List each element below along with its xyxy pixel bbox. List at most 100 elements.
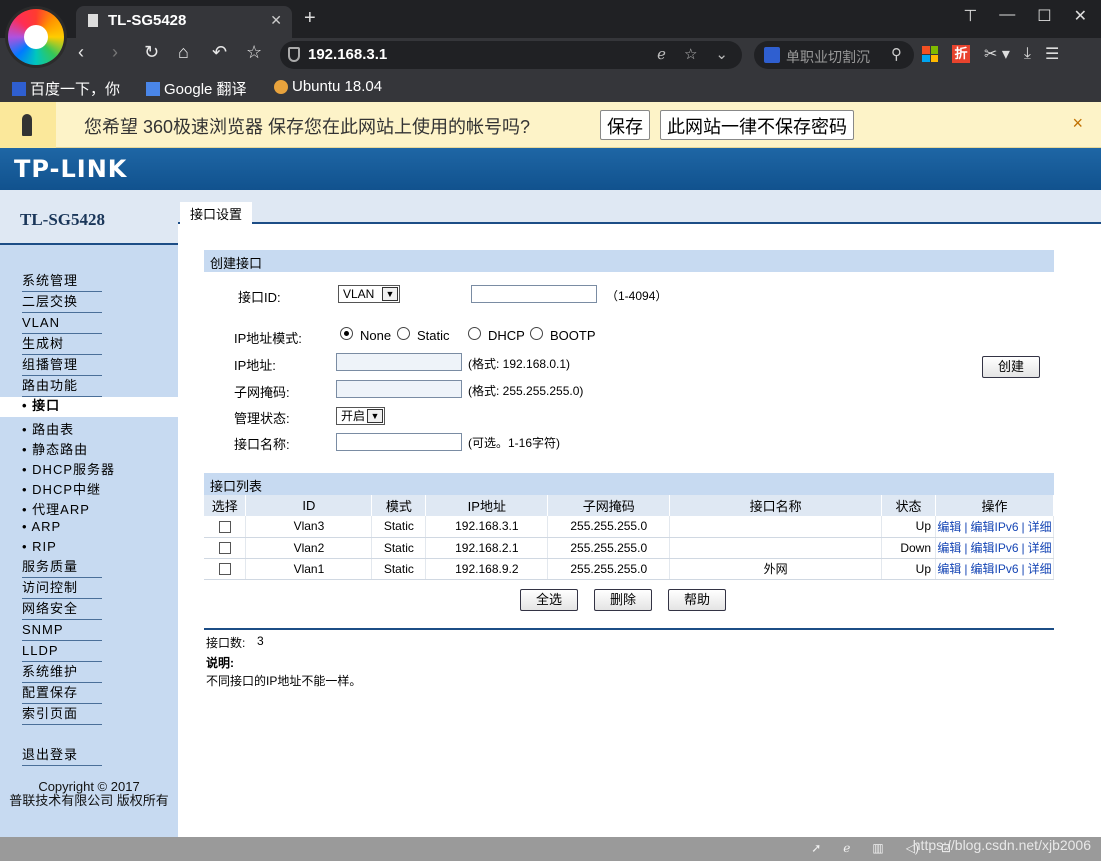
row-status: Down <box>881 537 937 559</box>
sidebar-item-stp[interactable]: 生成树 <box>22 335 102 355</box>
ie-icon[interactable]: ℯ <box>843 841 850 855</box>
row-ops: 编辑 | 编辑IPv6 | 详细 <box>935 516 1054 538</box>
ip-label: IP地址: <box>234 358 276 373</box>
bookmark-item[interactable]: Google 翻译 <box>146 78 247 99</box>
row-checkbox[interactable] <box>218 542 231 555</box>
close-window-icon[interactable]: ✕ <box>1074 6 1087 26</box>
sidebar-subitem-static-route[interactable]: 静态路由 <box>22 439 88 458</box>
sidebar-item-vlan[interactable]: VLAN <box>22 314 102 334</box>
sidebar-item-maintenance[interactable]: 系统维护 <box>22 663 102 683</box>
bookmark-label: Google 翻译 <box>164 81 247 98</box>
tab-interface-settings[interactable]: 接口设置 <box>180 202 253 224</box>
create-button[interactable]: 创建 <box>982 356 1040 378</box>
row-status: Up <box>881 558 937 580</box>
sidebar-item-index[interactable]: 索引页面 <box>22 705 102 725</box>
url-text[interactable]: 192.168.3.1 <box>308 46 387 63</box>
tab-close-icon[interactable]: ✕ <box>270 12 282 29</box>
sidebar-item-qos[interactable]: 服务质量 <box>22 558 102 578</box>
mode-static-radio[interactable] <box>397 327 410 340</box>
detail-link[interactable]: 详细 <box>1028 520 1052 534</box>
mode-none-radio[interactable] <box>340 327 353 340</box>
admin-status-select[interactable]: 开启 ▼ <box>336 407 385 425</box>
note-title: 说明: <box>206 656 234 670</box>
sidebar-subitem-route-table[interactable]: 路由表 <box>22 419 74 438</box>
browser-logo-icon[interactable] <box>8 9 64 65</box>
sidebar-item-acl[interactable]: 访问控制 <box>22 579 102 599</box>
mode-bootp-radio[interactable] <box>530 327 543 340</box>
sidebar-item-lldp[interactable]: LLDP <box>22 642 102 662</box>
iface-type-select[interactable]: VLAN ▼ <box>338 285 400 303</box>
edit-link[interactable]: 编辑 <box>937 562 961 576</box>
iface-id-input[interactable] <box>471 285 597 303</box>
browser-tab[interactable]: TL-SG5428 ✕ <box>76 6 292 38</box>
rocket-icon[interactable]: ➚ <box>811 841 821 855</box>
bookmark-item[interactable]: Ubuntu 18.04 <box>274 78 382 95</box>
address-bar[interactable]: 192.168.3.1 ℯ ☆ ⌄ <box>280 41 742 69</box>
interface-table: 选择 ID 模式 IP地址 子网掩码 接口名称 状态 操作 Vlan3 Stat… <box>204 495 1054 580</box>
edit-link[interactable]: 编辑 <box>937 520 961 534</box>
row-mode: Static <box>371 537 427 559</box>
bookmark-item[interactable]: 百度一下，你 <box>12 78 120 99</box>
forward-icon[interactable]: › <box>112 42 118 63</box>
dropdown-chevron-icon[interactable]: ⌄ <box>715 45 728 63</box>
sidebar-subitem-proxy-arp[interactable]: 代理ARP <box>22 499 90 518</box>
row-checkbox[interactable] <box>218 521 231 534</box>
search-input[interactable]: 单职业切割沉 <box>786 47 882 67</box>
never-save-button[interactable]: 此网站一律不保存密码 <box>660 110 854 140</box>
row-checkbox[interactable] <box>218 563 231 576</box>
bookmark-star-icon[interactable]: ☆ <box>684 45 697 63</box>
sidebar-subitem-dhcp-relay[interactable]: DHCP中继 <box>22 479 101 498</box>
sidebar-subitem-rip[interactable]: RIP <box>22 539 57 554</box>
sidebar-item-security[interactable]: 网络安全 <box>22 600 102 620</box>
ip-input[interactable] <box>336 353 462 371</box>
sidebar-item-multicast[interactable]: 组播管理 <box>22 356 102 376</box>
router-page: TP-LINK TL-SG5428 系统管理 二层交换 VLAN 生成树 组播管… <box>0 148 1101 837</box>
mask-input[interactable] <box>336 380 462 398</box>
sidebar-subitem-arp[interactable]: ARP <box>22 519 61 534</box>
iface-name-input[interactable] <box>336 433 462 451</box>
save-button[interactable]: 保存 <box>600 110 650 140</box>
ie-mode-icon[interactable]: ℯ <box>657 45 666 63</box>
edit-ipv6-link[interactable]: 编辑IPv6 <box>971 562 1019 576</box>
detail-link[interactable]: 详细 <box>1028 541 1052 555</box>
delete-button[interactable]: 删除 <box>594 589 652 611</box>
detail-link[interactable]: 详细 <box>1028 562 1052 576</box>
search-box[interactable]: 单职业切割沉 ⚲ <box>754 41 914 69</box>
skin-icon[interactable]: ⊤ <box>963 6 977 26</box>
row-mask: 255.255.255.0 <box>547 558 671 580</box>
menu-icon[interactable]: ☰ <box>1045 44 1059 64</box>
download-icon[interactable]: ⤓ <box>1024 45 1031 63</box>
edit-link[interactable]: 编辑 <box>937 541 961 555</box>
discount-icon[interactable]: 折 <box>952 45 970 63</box>
favorite-star-icon[interactable]: ☆ <box>246 42 262 63</box>
sidebar-item-routing[interactable]: 路由功能 <box>22 377 102 397</box>
search-icon[interactable]: ⚲ <box>891 45 902 63</box>
sidebar-item-snmp[interactable]: SNMP <box>22 621 102 641</box>
scissors-icon[interactable]: ✂ ▾ <box>984 44 1010 64</box>
sidebar-item-logout[interactable]: 退出登录 <box>22 746 102 766</box>
sidebar-item-system[interactable]: 系统管理 <box>22 272 102 292</box>
undo-close-icon[interactable]: ↶ <box>212 42 227 63</box>
apps-grid-icon[interactable] <box>922 46 938 62</box>
table-header-row: 选择 ID 模式 IP地址 子网掩码 接口名称 状态 操作 <box>204 495 1054 516</box>
mode-dhcp-radio[interactable] <box>468 327 481 340</box>
search-engine-icon[interactable] <box>764 47 780 63</box>
trash-icon[interactable]: ▥ <box>872 841 883 855</box>
maximize-icon[interactable]: ☐ <box>1037 6 1051 26</box>
minimize-icon[interactable]: — <box>999 6 1015 26</box>
edit-ipv6-link[interactable]: 编辑IPv6 <box>971 541 1019 555</box>
sidebar-item-save-config[interactable]: 配置保存 <box>22 684 102 704</box>
infobar-close-icon[interactable]: × <box>1072 113 1083 134</box>
reload-icon[interactable]: ↻ <box>144 42 159 63</box>
sidebar-item-interface[interactable]: • 接口 <box>0 397 178 417</box>
help-button[interactable]: 帮助 <box>668 589 726 611</box>
select-all-button[interactable]: 全选 <box>520 589 578 611</box>
sidebar-subitem-dhcp-server[interactable]: DHCP服务器 <box>22 459 115 478</box>
row-name <box>669 516 883 538</box>
sidebar-item-l2[interactable]: 二层交换 <box>22 293 102 313</box>
edit-ipv6-link[interactable]: 编辑IPv6 <box>971 520 1019 534</box>
row-id: Vlan3 <box>245 516 373 538</box>
home-icon[interactable]: ⌂ <box>178 42 189 63</box>
back-icon[interactable]: ‹ <box>78 42 84 63</box>
new-tab-icon[interactable]: + <box>304 7 316 30</box>
